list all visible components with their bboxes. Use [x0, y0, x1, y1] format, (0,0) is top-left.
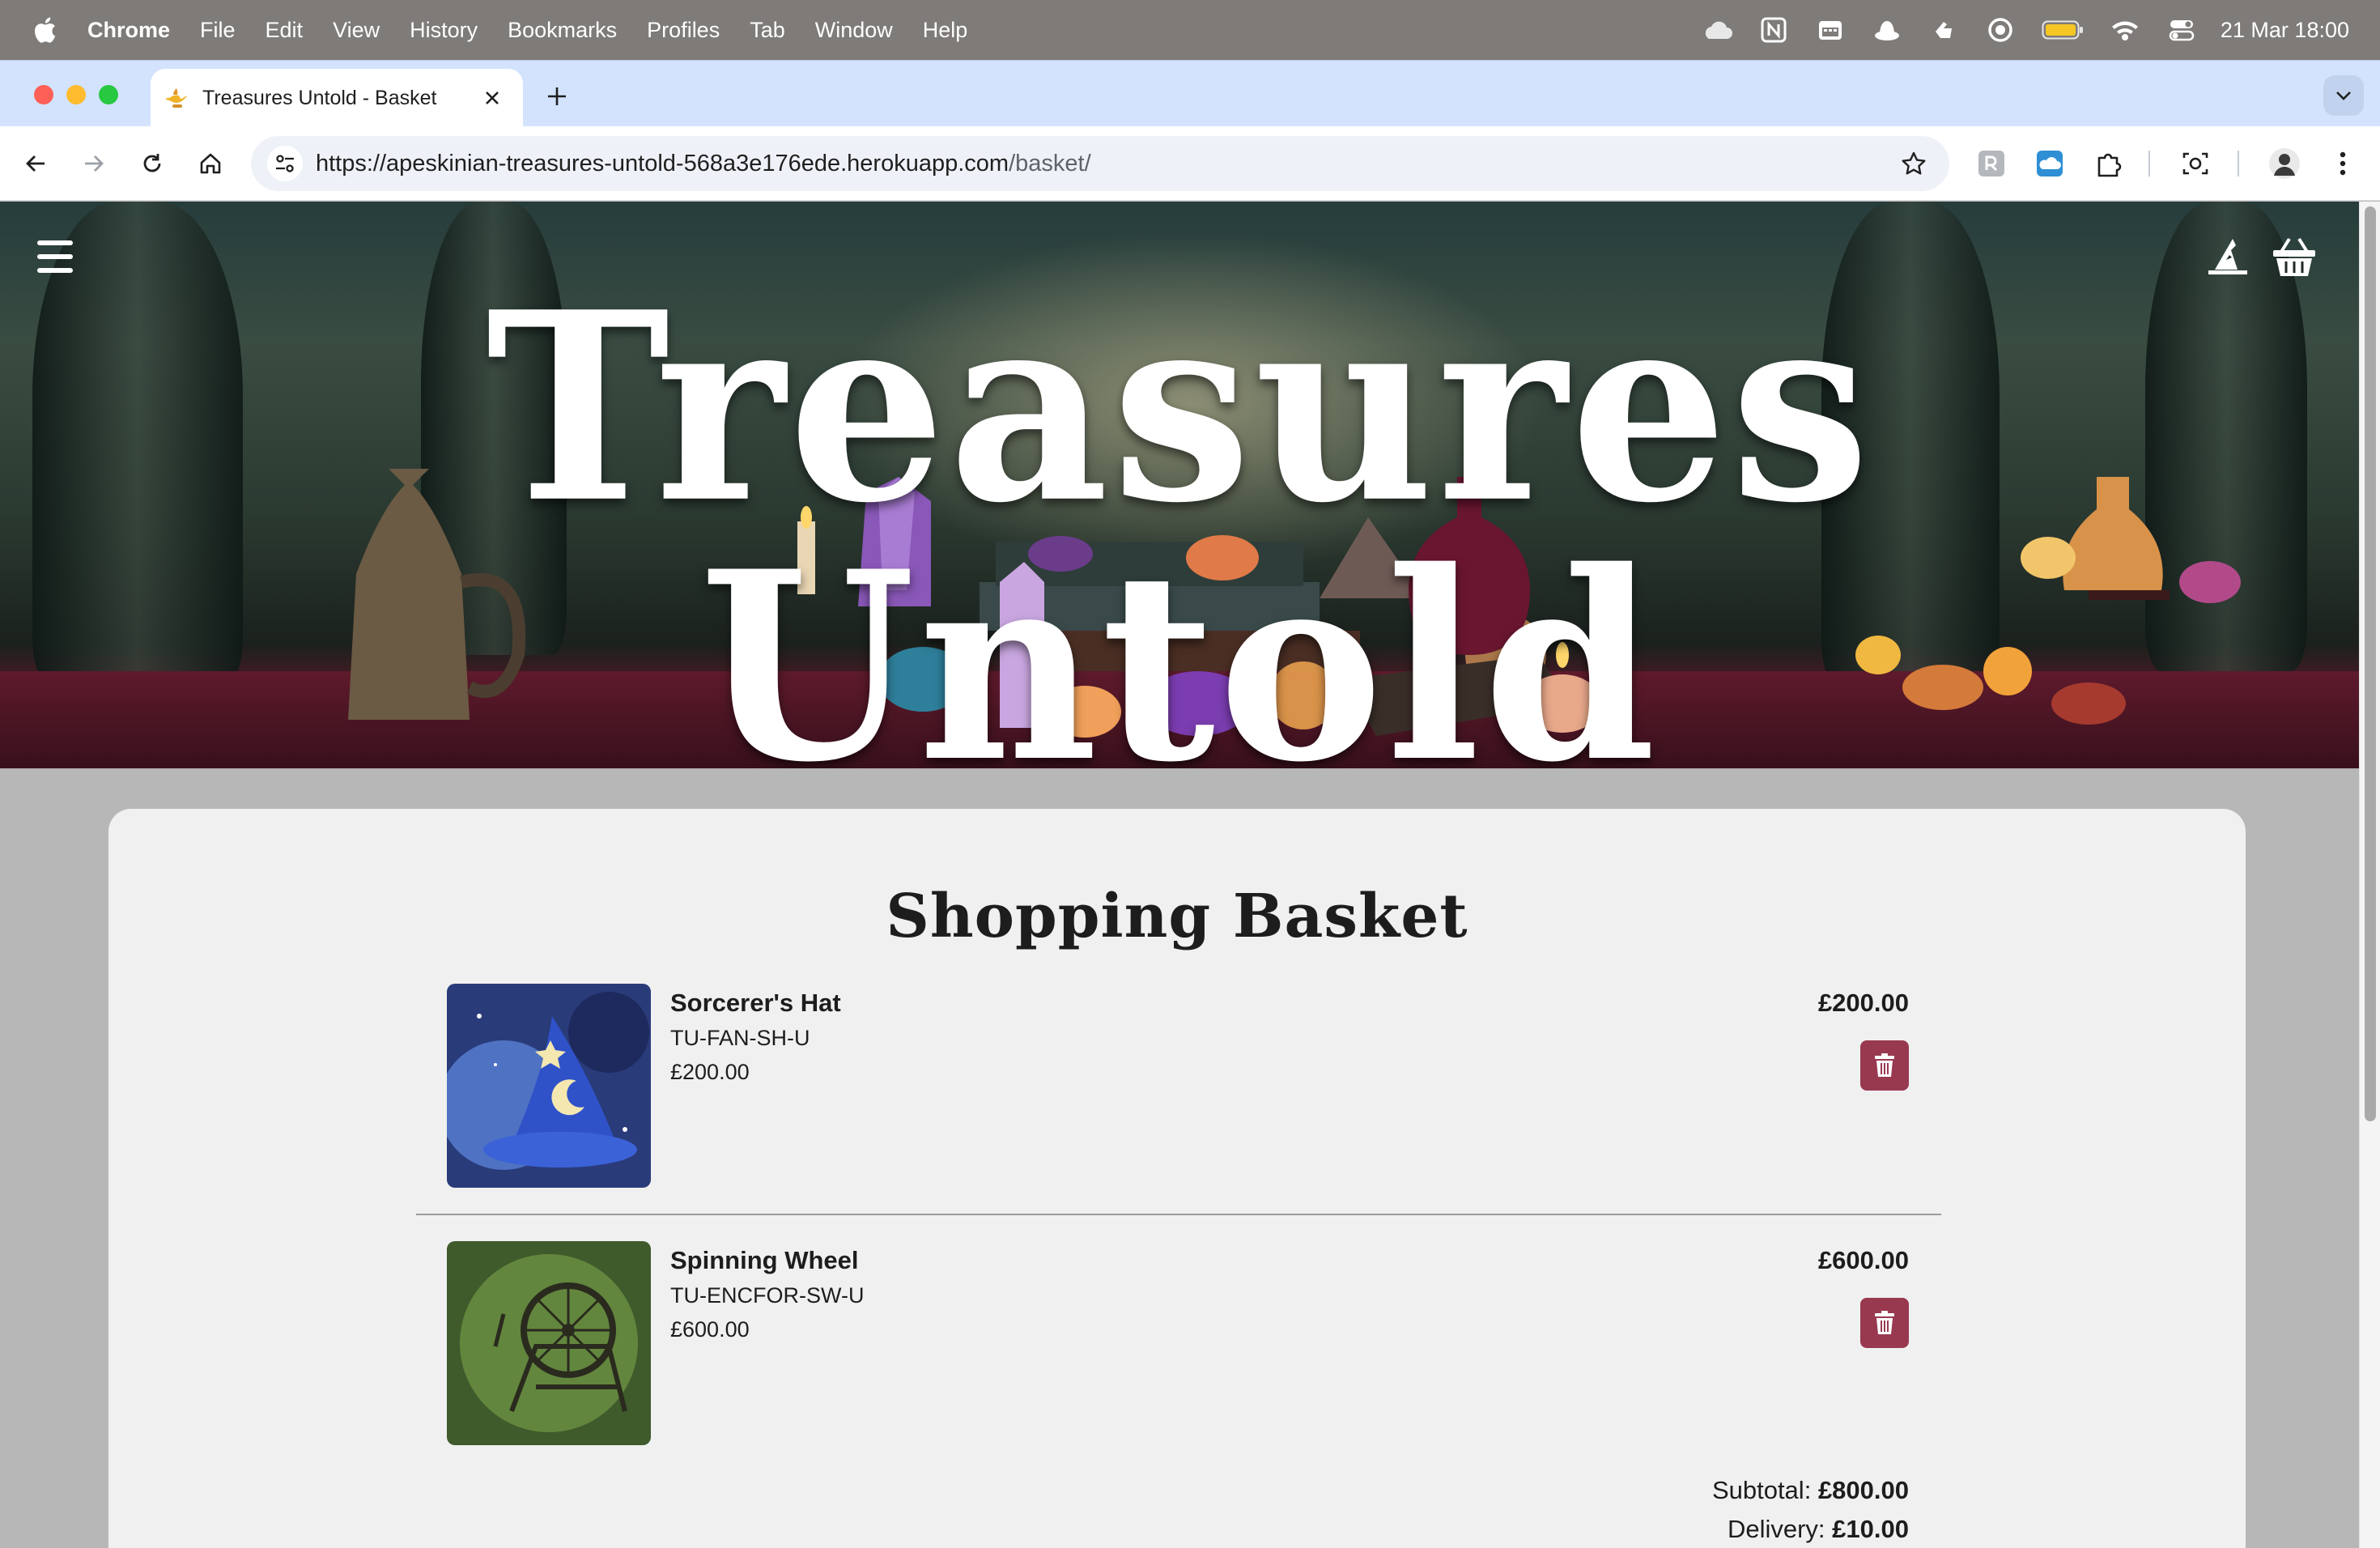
- bookmark-star-icon[interactable]: [1901, 151, 1927, 176]
- battery-icon[interactable]: [2041, 14, 2085, 46]
- tab-search-button[interactable]: [2323, 75, 2364, 116]
- subtotal-value: £800.00: [1817, 1476, 1909, 1504]
- page-scrollbar[interactable]: [2359, 202, 2380, 1548]
- wifi-icon[interactable]: [2109, 14, 2141, 46]
- delivery-row: Delivery: £10.00: [1728, 1515, 1909, 1544]
- subtotal-row: Subtotal: £800.00: [1712, 1476, 1909, 1505]
- address-bar[interactable]: https://apeskinian-treasures-untold-568a…: [251, 136, 1949, 191]
- screen-capture-icon[interactable]: [2178, 146, 2213, 181]
- minimize-window-button[interactable]: [66, 85, 86, 104]
- back-button[interactable]: [18, 146, 53, 181]
- home-button[interactable]: [193, 146, 228, 181]
- site-info-icon[interactable]: [267, 146, 303, 181]
- menu-help[interactable]: Help: [923, 18, 968, 43]
- subtotal-label: Subtotal:: [1711, 1476, 1812, 1504]
- delivery-label: Delivery:: [1727, 1515, 1825, 1543]
- hand-icon[interactable]: [1927, 14, 1960, 46]
- remove-item-button[interactable]: [1860, 1040, 1909, 1091]
- basket-item: Sorcerer's Hat TU-FAN-SH-U £200.00 £200.…: [447, 984, 1909, 1188]
- trash-icon: [1875, 1311, 1894, 1334]
- menu-bookmarks[interactable]: Bookmarks: [508, 18, 617, 43]
- close-window-button[interactable]: [34, 85, 53, 104]
- browser-menu-icon[interactable]: [2325, 146, 2361, 181]
- forward-button[interactable]: [76, 146, 112, 181]
- menubar-clock[interactable]: 21 Mar 18:00: [2221, 18, 2349, 43]
- control-center-icon[interactable]: [2165, 14, 2198, 46]
- item-line-total: £200.00: [1817, 989, 1909, 1017]
- toolbar-separator-2: [2238, 151, 2239, 176]
- item-name[interactable]: Spinning Wheel: [670, 1246, 859, 1275]
- web-page: Treasures Untold Shopping Basket Sorcere…: [0, 202, 2359, 1548]
- item-sku: TU-ENCFOR-SW-U: [670, 1283, 865, 1308]
- record-icon[interactable]: [1984, 14, 2017, 46]
- basket-icon[interactable]: [2272, 234, 2317, 279]
- profile-avatar[interactable]: [2267, 146, 2302, 181]
- delivery-value: £10.00: [1832, 1515, 1909, 1543]
- menu-profiles[interactable]: Profiles: [647, 18, 720, 43]
- product-image-sorcerers-hat[interactable]: [447, 984, 651, 1188]
- item-divider: [416, 1214, 1941, 1215]
- hero-title[interactable]: Treasures Untold: [0, 278, 2359, 768]
- menu-edit[interactable]: Edit: [266, 18, 304, 43]
- maximize-window-button[interactable]: [99, 85, 118, 104]
- tab-strip: Treasures Untold - Basket: [0, 60, 2380, 127]
- page-title: Shopping Basket: [886, 882, 1468, 951]
- basket-item: Spinning Wheel TU-ENCFOR-SW-U £600.00 £6…: [447, 1241, 1909, 1445]
- menu-history[interactable]: History: [410, 18, 478, 43]
- extension-a-icon[interactable]: [1974, 146, 2009, 181]
- item-price: £600.00: [670, 1317, 750, 1342]
- cloud-icon[interactable]: [1701, 14, 1733, 46]
- genie-lamp-icon: [162, 83, 191, 113]
- apple-icon[interactable]: [32, 16, 57, 44]
- menu-view[interactable]: View: [333, 18, 380, 43]
- trash-icon: [1875, 1053, 1894, 1077]
- menu-file[interactable]: File: [200, 18, 236, 43]
- wizard-hat-account-icon[interactable]: [2205, 234, 2250, 279]
- notion-icon[interactable]: [1757, 14, 1790, 46]
- url-path: /basket/: [1009, 150, 1091, 176]
- toolbar-separator: [2148, 151, 2150, 176]
- new-tab-button[interactable]: [539, 79, 575, 114]
- calendar-icon[interactable]: [1814, 14, 1847, 46]
- item-line-total: £600.00: [1817, 1246, 1909, 1274]
- browser-toolbar: https://apeskinian-treasures-untold-568a…: [0, 126, 2380, 201]
- extension-cloud-icon[interactable]: [2032, 146, 2068, 181]
- product-image-spinning-wheel[interactable]: [447, 1241, 651, 1445]
- tab-title: Treasures Untold - Basket: [202, 86, 437, 109]
- menu-app-name[interactable]: Chrome: [87, 18, 170, 43]
- hero-banner: Treasures Untold: [0, 202, 2359, 768]
- item-name[interactable]: Sorcerer's Hat: [670, 989, 841, 1018]
- item-sku: TU-FAN-SH-U: [670, 1026, 810, 1050]
- macos-menubar: Chrome File Edit View History Bookmarks …: [0, 0, 2380, 60]
- tab-basket[interactable]: Treasures Untold - Basket: [151, 69, 523, 127]
- url-host: https://apeskinian-treasures-untold-568a…: [316, 150, 1009, 176]
- scrollbar-thumb[interactable]: [2365, 206, 2376, 1121]
- url-text[interactable]: https://apeskinian-treasures-untold-568a…: [316, 151, 1901, 177]
- item-price: £200.00: [670, 1060, 750, 1084]
- remove-item-button[interactable]: [1860, 1298, 1909, 1348]
- hat-app-icon[interactable]: [1871, 14, 1903, 46]
- hamburger-menu-icon[interactable]: [37, 240, 73, 273]
- close-tab-icon[interactable]: [478, 83, 507, 113]
- basket-card: Shopping Basket Sorcerer's Hat TU-FAN-SH…: [108, 809, 2246, 1548]
- menu-tab[interactable]: Tab: [750, 18, 785, 43]
- extensions-puzzle-icon[interactable]: [2090, 146, 2126, 181]
- reload-button[interactable]: [134, 146, 170, 181]
- menu-window[interactable]: Window: [815, 18, 893, 43]
